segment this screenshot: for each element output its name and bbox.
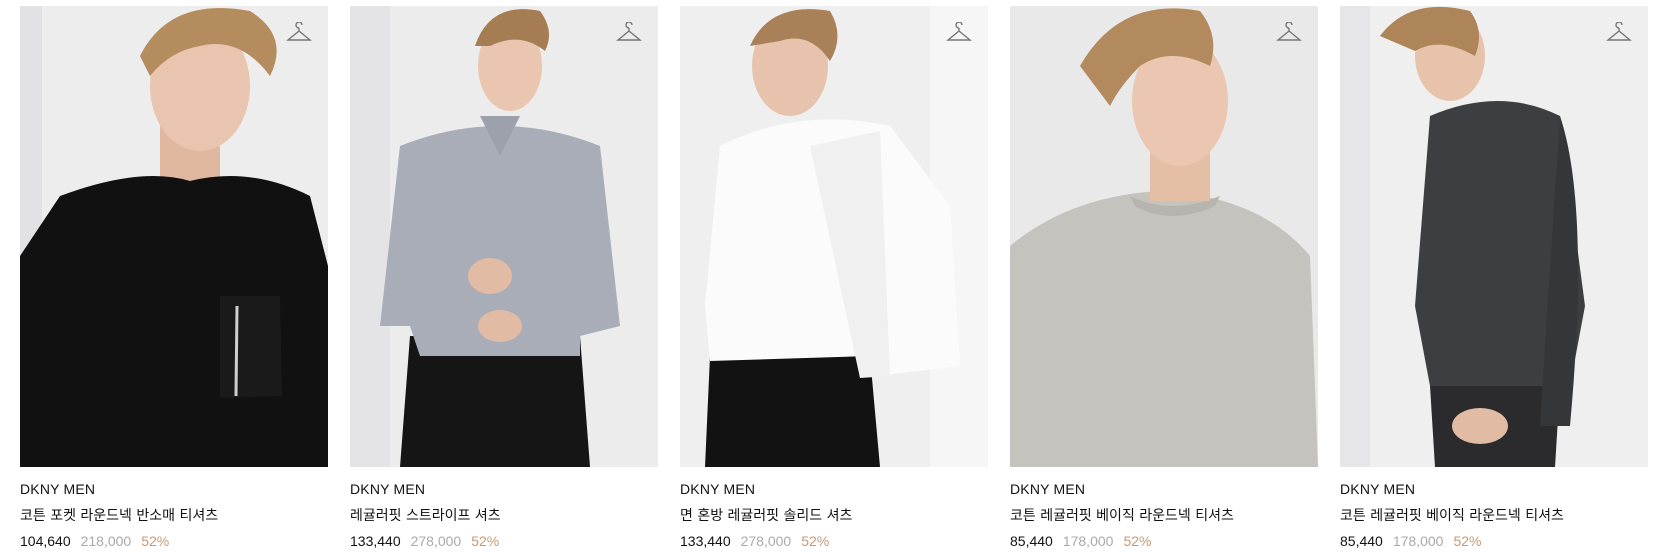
model-photo-charcoal-longsleeve: [1340, 6, 1648, 467]
brand-label[interactable]: DKNY MEN: [350, 481, 658, 497]
product-card[interactable]: DKNY MEN 레귤러핏 스트라이프 셔츠 133,440 278,000 5…: [350, 6, 658, 549]
product-name[interactable]: 면 혼방 레귤러핏 솔리드 셔츠: [680, 505, 988, 525]
product-image[interactable]: [1340, 6, 1648, 467]
original-price: 278,000: [410, 533, 462, 549]
product-name[interactable]: 레귤러핏 스트라이프 셔츠: [350, 505, 658, 525]
model-photo-white-shirt: [680, 6, 988, 467]
discount-rate: 52%: [801, 533, 830, 549]
sale-price: 104,640: [20, 533, 71, 549]
hanger-icon[interactable]: [286, 21, 312, 46]
model-photo-black-tshirt: [20, 6, 328, 467]
price-row: 133,440 278,000 52%: [350, 533, 658, 549]
sale-price: 133,440: [350, 533, 401, 549]
hanger-icon[interactable]: [946, 21, 972, 46]
discount-rate: 52%: [1123, 533, 1152, 549]
brand-label[interactable]: DKNY MEN: [20, 481, 328, 497]
product-grid: DKNY MEN 코튼 포켓 라운드넥 반소매 티셔츠 104,640 218,…: [20, 6, 1648, 549]
discount-rate: 52%: [471, 533, 500, 549]
product-card[interactable]: DKNY MEN 코튼 포켓 라운드넥 반소매 티셔츠 104,640 218,…: [20, 6, 328, 549]
original-price: 178,000: [1062, 533, 1114, 549]
product-image[interactable]: [350, 6, 658, 467]
discount-rate: 52%: [1453, 533, 1482, 549]
product-image[interactable]: [680, 6, 988, 467]
product-card[interactable]: DKNY MEN 코튼 레귤러핏 베이직 라운드넥 티셔츠 85,440 178…: [1340, 6, 1648, 549]
product-name[interactable]: 코튼 레귤러핏 베이직 라운드넥 티셔츠: [1010, 505, 1318, 525]
price-row: 85,440 178,000 52%: [1010, 533, 1318, 549]
product-image[interactable]: [20, 6, 328, 467]
sale-price: 85,440: [1340, 533, 1383, 549]
discount-rate: 52%: [141, 533, 170, 549]
model-photo-striped-shirt: [350, 6, 658, 467]
model-photo-beige-longsleeve: [1010, 6, 1318, 467]
product-image[interactable]: [1010, 6, 1318, 467]
price-row: 133,440 278,000 52%: [680, 533, 988, 549]
brand-label[interactable]: DKNY MEN: [680, 481, 988, 497]
original-price: 278,000: [740, 533, 792, 549]
sale-price: 85,440: [1010, 533, 1053, 549]
price-row: 85,440 178,000 52%: [1340, 533, 1648, 549]
product-name[interactable]: 코튼 포켓 라운드넥 반소매 티셔츠: [20, 505, 328, 525]
hanger-icon[interactable]: [616, 21, 642, 46]
brand-label[interactable]: DKNY MEN: [1010, 481, 1318, 497]
hanger-icon[interactable]: [1606, 21, 1632, 46]
price-row: 104,640 218,000 52%: [20, 533, 328, 549]
original-price: 178,000: [1392, 533, 1444, 549]
hanger-icon[interactable]: [1276, 21, 1302, 46]
sale-price: 133,440: [680, 533, 731, 549]
product-name[interactable]: 코튼 레귤러핏 베이직 라운드넥 티셔츠: [1340, 505, 1648, 525]
brand-label[interactable]: DKNY MEN: [1340, 481, 1648, 497]
product-card[interactable]: DKNY MEN 코튼 레귤러핏 베이직 라운드넥 티셔츠 85,440 178…: [1010, 6, 1318, 549]
original-price: 218,000: [80, 533, 132, 549]
product-card[interactable]: DKNY MEN 면 혼방 레귤러핏 솔리드 셔츠 133,440 278,00…: [680, 6, 988, 549]
